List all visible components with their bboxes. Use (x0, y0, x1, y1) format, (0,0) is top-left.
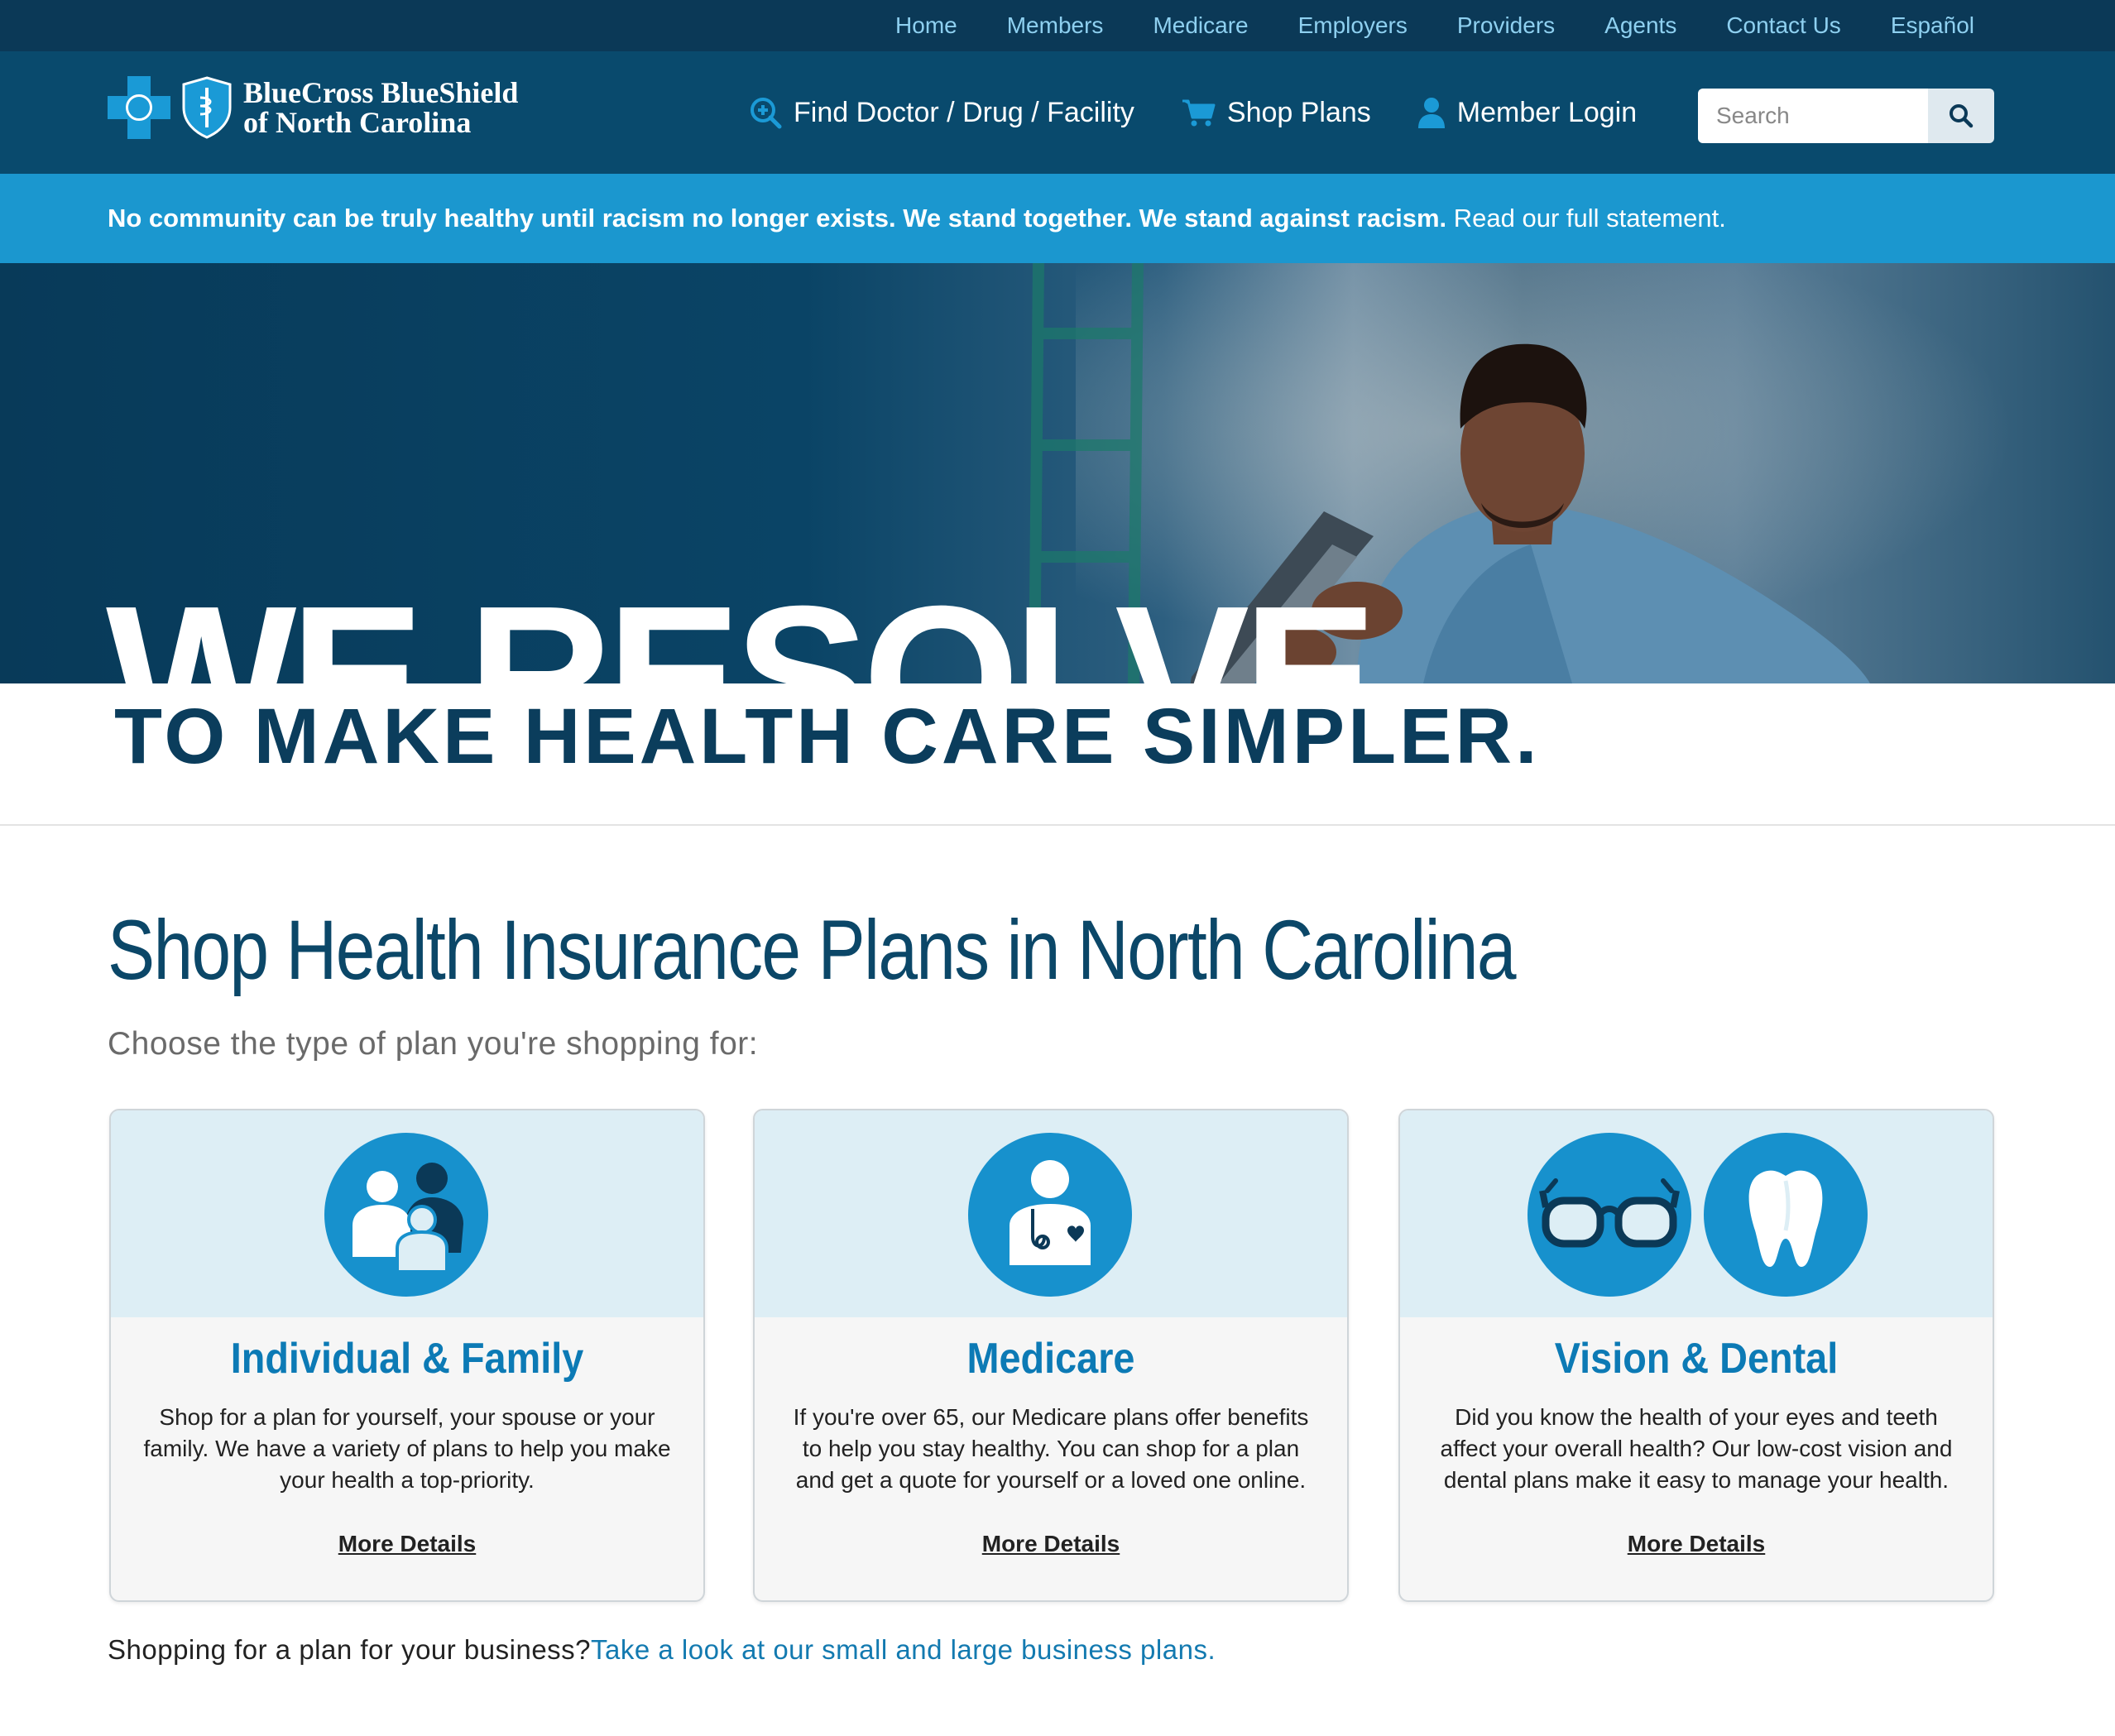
brand-line-1: BlueCross BlueShield (243, 76, 519, 109)
nav-link-employers[interactable]: Employers (1298, 12, 1408, 39)
brand-logo[interactable]: BlueCross BlueShield of North Carolina (108, 76, 518, 139)
glasses-icon (1528, 1133, 1691, 1297)
page-subtitle: Choose the type of plan you're shopping … (108, 1026, 759, 1062)
utility-nav: Home Members Medicare Employers Provider… (0, 0, 2115, 51)
card-icon-band (755, 1110, 1347, 1317)
page-title: Shop Health Insurance Plans in North Car… (108, 903, 1517, 997)
user-icon (1417, 98, 1445, 128)
shopping-cart-icon (1182, 99, 1216, 127)
nav-link-medicare[interactable]: Medicare (1153, 12, 1248, 39)
hero-headline: WE RESOLVE. (106, 563, 1427, 684)
card-description: Shop for a plan for yourself, your spous… (143, 1404, 671, 1493)
business-plans-link[interactable]: Take a look at our small and large busin… (591, 1634, 1216, 1665)
card-icon-band (111, 1110, 703, 1317)
tooth-icon (1704, 1133, 1868, 1297)
hero-subheadline: TO MAKE HEALTH CARE SIMPLER. (114, 693, 1541, 780)
card-description: Did you know the health of your eyes and… (1440, 1404, 1953, 1493)
primary-nav: Find Doctor / Drug / Facility Shop Plans… (749, 51, 1637, 174)
nav-link-contact-us[interactable]: Contact Us (1726, 12, 1841, 39)
member-login-link[interactable]: Member Login (1417, 97, 1637, 129)
more-details-link[interactable]: More Details (1400, 1531, 1993, 1557)
business-text: Shopping for a plan for your business? (108, 1634, 592, 1665)
brand-line-2: of North Carolina (243, 106, 472, 139)
announcement-statement: No community can be truly healthy until … (108, 204, 1447, 233)
nav-link-agents[interactable]: Agents (1604, 12, 1676, 39)
plan-card-vision-dental[interactable]: Vision & Dental Did you know the health … (1398, 1109, 1994, 1602)
announcement-bar: No community can be truly healthy until … (0, 174, 2115, 263)
hero-banner: WE RESOLVE. TO MAKE HEALTH CARE SIMPLER. (0, 263, 2115, 826)
business-plans-note: Shopping for a plan for your business?Ta… (108, 1634, 1216, 1666)
blue-cross-icon (108, 76, 170, 139)
card-description: If you're over 65, our Medicare plans of… (793, 1404, 1309, 1493)
nav-link-providers[interactable]: Providers (1457, 12, 1555, 39)
announcement-text: No community can be truly healthy until … (108, 174, 1726, 263)
find-doctor-link[interactable]: Find Doctor / Drug / Facility (749, 96, 1134, 129)
card-title: Individual & Family (230, 1335, 584, 1383)
magnifier-plus-icon (751, 98, 782, 129)
blue-shield-icon (182, 76, 232, 139)
plan-card-medicare[interactable]: Medicare If you're over 65, our Medicare… (753, 1109, 1349, 1602)
find-doctor-label: Find Doctor / Drug / Facility (794, 96, 1134, 128)
nav-link-espanol[interactable]: Español (1891, 12, 1974, 39)
nav-link-members[interactable]: Members (1007, 12, 1104, 39)
card-icon-band (1400, 1110, 1993, 1317)
card-title: Vision & Dental (1554, 1335, 1839, 1383)
shop-plans-label: Shop Plans (1226, 96, 1371, 128)
doctor-icon (968, 1133, 1132, 1297)
plan-card-individual-family[interactable]: Individual & Family Shop for a plan for … (109, 1109, 705, 1602)
search-input[interactable] (1698, 89, 1928, 143)
search-form (1698, 89, 1994, 143)
more-details-link[interactable]: More Details (111, 1531, 703, 1557)
more-details-link[interactable]: More Details (755, 1531, 1347, 1557)
member-login-label: Member Login (1456, 96, 1638, 128)
family-icon (324, 1133, 488, 1297)
search-button[interactable] (1928, 89, 1994, 143)
main-header: BlueCross BlueShield of North Carolina F… (0, 51, 2115, 174)
nav-link-home[interactable]: Home (895, 12, 957, 39)
shop-plans-link[interactable]: Shop Plans (1181, 97, 1371, 129)
brand-name: BlueCross BlueShield of North Carolina (243, 78, 518, 137)
read-statement-link[interactable]: Read our full statement. (1454, 204, 1726, 233)
card-title: Medicare (966, 1335, 1135, 1383)
search-icon (1950, 104, 1974, 128)
